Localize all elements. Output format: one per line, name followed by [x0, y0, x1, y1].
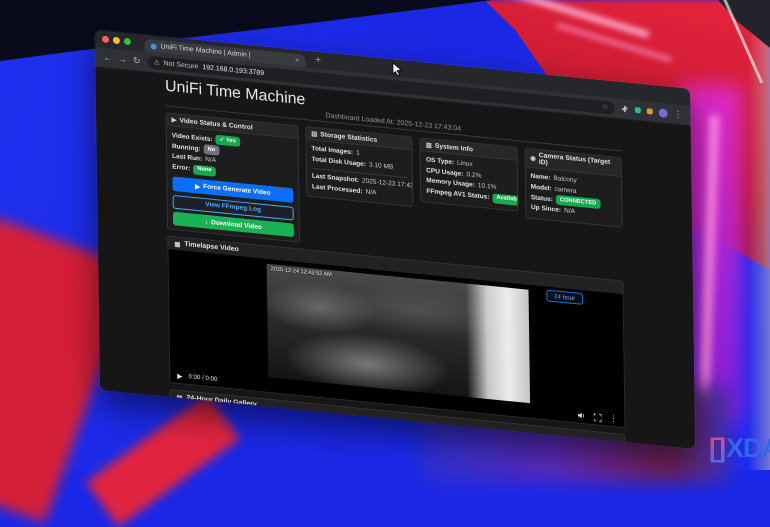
status-badge: ✓ Yes	[215, 134, 240, 148]
play-icon: ▶	[195, 183, 201, 191]
gallery-status-text: Displaying hourly snapshots for .	[406, 443, 504, 449]
status-badge: No	[203, 144, 220, 156]
tab-close-icon[interactable]: ×	[295, 56, 300, 65]
system-info-card: ▥ System Info OS Type: Linux CPU Usage: 0.…	[419, 137, 519, 212]
more-options-icon[interactable]: ⋮	[609, 414, 617, 424]
wallpaper-pink-line	[698, 114, 720, 421]
url-text: 192.168.0.193:3789	[202, 63, 265, 77]
camera-icon: ◉	[530, 155, 536, 163]
extensions-puzzle-icon[interactable]	[621, 105, 629, 114]
tab-favicon	[150, 42, 157, 50]
xda-brackets-icon: []	[709, 433, 726, 463]
play-button[interactable]: ▶	[177, 372, 182, 380]
close-window-button[interactable]	[102, 35, 110, 44]
status-badge: None	[193, 164, 216, 177]
fullscreen-icon[interactable]	[593, 413, 602, 422]
download-icon: ↓	[204, 218, 209, 226]
gallery-title: 24-Hour Daily Gallery	[186, 394, 257, 409]
time-display: 0:00 / 0:00	[188, 373, 218, 384]
terminal-icon: ▥	[425, 141, 432, 150]
xda-logo: [] XDA	[709, 433, 770, 464]
reload-button[interactable]: ↻	[133, 55, 141, 66]
monitor-edge-highlight	[721, 0, 764, 84]
wallpaper-pink-streak	[494, 0, 650, 39]
wallpaper-pink-streak	[555, 22, 673, 63]
video-timestamp-overlay: 2025-12-24 12:43:52 AM	[270, 266, 332, 279]
status-badge: Available (Worker)	[492, 193, 519, 209]
camera-status-card: ◉ Camera Status (Target ID) Name: Balcony…	[524, 147, 623, 228]
film-icon: ▦	[174, 240, 181, 249]
security-label: Not Secure	[163, 59, 199, 71]
extension-icon[interactable]	[634, 106, 641, 114]
video-camera-icon: ▶	[171, 116, 177, 125]
minimize-window-button[interactable]	[112, 36, 120, 45]
mouse-cursor	[392, 62, 403, 81]
browser-window: UniFi Time Machine | Admin | × + ← → ↻ ⚠…	[95, 30, 696, 449]
volume-icon[interactable]	[577, 411, 586, 421]
back-button[interactable]: ←	[103, 52, 112, 63]
gallery-icon: ▧	[176, 394, 183, 402]
duration-24hour-button[interactable]: 24 hour	[545, 289, 584, 306]
extension-icon[interactable]	[646, 108, 653, 115]
zoom-window-button[interactable]	[123, 37, 131, 46]
storage-statistics-card: ▤ Storage Statistics Total Images: 1 Tota…	[305, 126, 414, 208]
system-card-title: System Info	[434, 142, 474, 153]
date-input[interactable]	[171, 415, 341, 448]
wallpaper-red-streak	[86, 394, 240, 527]
bookmark-icon[interactable]: ☆	[602, 103, 608, 111]
profile-avatar[interactable]	[658, 107, 668, 118]
video-status-card: ▶ Video Status & Control Video Exists: ✓ …	[165, 112, 300, 243]
monitor-corner	[718, 0, 770, 48]
forward-button[interactable]: →	[118, 53, 127, 64]
xda-text: XDA	[725, 433, 770, 463]
not-secure-icon: ⚠	[153, 59, 160, 67]
browser-menu-icon[interactable]: ⋮	[673, 108, 682, 119]
monitor-bezel-right	[748, 0, 770, 470]
new-tab-button[interactable]: +	[315, 54, 321, 65]
page-content: UniFi Time Machine Dashboard Loaded At: …	[95, 67, 696, 449]
disk-icon: ▤	[311, 130, 318, 138]
